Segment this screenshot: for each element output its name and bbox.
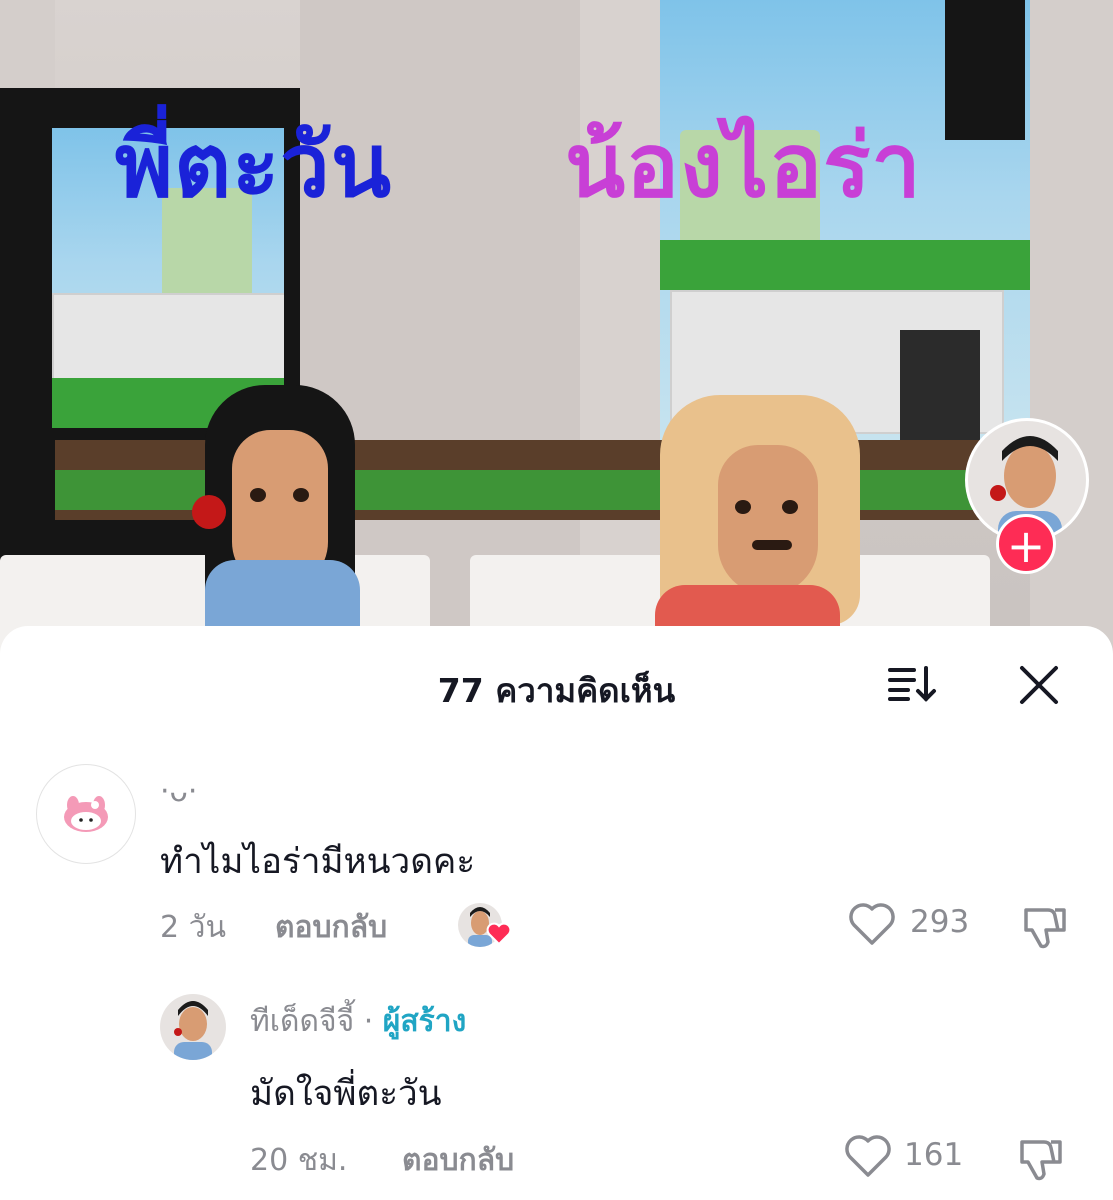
overlay-name-right: น้องไอร่า — [565, 114, 922, 217]
dislike-icon[interactable] — [1020, 904, 1066, 950]
reply-button[interactable]: ตอบกลับ — [275, 904, 387, 951]
window-right-frame — [945, 0, 1025, 140]
separator-dot: · — [363, 1004, 374, 1039]
reply-username-line: ทีเด็ดจีจี้ · ผู้สร้าง — [250, 998, 466, 1045]
comments-sheet: 77 ความคิดเห็น ·ᴗ· ทำไมไอร่ามีหนวดคะ 2 ว… — [0, 626, 1113, 1200]
comment-time: 2 วัน — [160, 910, 226, 945]
close-icon[interactable] — [1018, 664, 1060, 706]
reply-like-count: 161 — [904, 1137, 964, 1173]
reply-dislike-icon[interactable] — [1016, 1136, 1062, 1182]
creator-liked-heart-icon — [486, 922, 512, 946]
overlay-name-left: พี่ตะวัน — [115, 114, 392, 217]
comment-avatar[interactable] — [36, 764, 136, 864]
reply-text: มัดใจพี่ตะวัน — [250, 1074, 442, 1114]
rose-icon — [192, 495, 226, 529]
reply-time: 20 ชม. — [250, 1143, 348, 1178]
reply-username[interactable]: ทีเด็ดจีจี้ — [250, 1004, 354, 1039]
video-player[interactable]: พี่ตะวัน น้องไอร่า + — [0, 0, 1113, 660]
mustache — [752, 540, 792, 550]
comment-text: ทำไมไอร่ามีหนวดคะ — [160, 842, 476, 882]
sort-icon[interactable] — [888, 666, 938, 702]
follow-button[interactable]: + — [996, 514, 1056, 574]
creator-badge: ผู้สร้าง — [382, 1004, 467, 1039]
reply-reply-button[interactable]: ตอบกลับ — [402, 1137, 514, 1184]
comments-count-title: 77 ความคิดเห็น — [437, 671, 676, 710]
reply-avatar[interactable] — [160, 994, 226, 1060]
like-heart-icon[interactable] — [848, 902, 896, 946]
comment-username[interactable]: ·ᴗ· — [160, 774, 197, 809]
like-count: 293 — [910, 904, 970, 940]
reply-like-heart-icon[interactable] — [844, 1134, 892, 1178]
